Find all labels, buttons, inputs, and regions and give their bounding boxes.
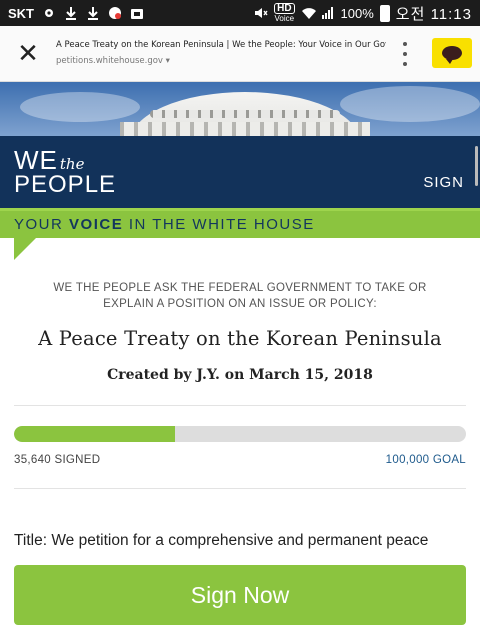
goal-count: 100,000 GOAL — [385, 454, 466, 466]
tagline: YOUR VOICE IN THE WHITE HOUSE — [14, 216, 315, 233]
status-right: HD Voice 100% 오전 11:13 — [254, 3, 472, 24]
tagline-bold: VOICE — [69, 216, 124, 233]
chat-button[interactable] — [432, 38, 472, 68]
tagline-pre: YOUR — [14, 216, 70, 233]
settings-notification-icon — [42, 6, 56, 20]
status-bar: SKT HD Voice 100% 오전 11:13 — [0, 0, 480, 26]
browser-toolbar: ✕ A Peace Treaty on the Korean Peninsula… — [0, 26, 480, 82]
we-the-people-logo[interactable]: WE the PEOPLE — [14, 147, 117, 198]
store-notification-icon — [130, 6, 144, 20]
logo-people: PEOPLE — [14, 171, 117, 198]
petition-body-excerpt: Title: We petition for a comprehensive a… — [14, 532, 429, 549]
tagline-post: IN THE WHITE HOUSE — [123, 216, 315, 233]
app-notification-icon — [108, 6, 122, 20]
battery-percent: 100% — [340, 5, 374, 21]
tagline-tail — [14, 238, 36, 260]
hd-label: HD — [274, 3, 295, 14]
clock: 오전 11:13 — [395, 5, 472, 23]
white-house-dome-image — [0, 82, 480, 136]
url-domain[interactable]: petitions.whitehouse.gov ▾ — [56, 56, 170, 66]
sign-link[interactable]: SIGN — [423, 174, 464, 191]
sign-now-bar: Sign Now — [0, 554, 480, 640]
hd-voice-icon: HD Voice — [274, 3, 295, 23]
scrollbar[interactable] — [475, 146, 478, 186]
signature-progress-bar — [14, 426, 466, 442]
tagline-band: YOUR VOICE IN THE WHITE HOUSE — [0, 208, 480, 238]
signature-progress-fill — [14, 426, 176, 442]
divider — [14, 405, 466, 406]
signed-count: 35,640 SIGNED — [14, 454, 101, 466]
close-icon[interactable]: ✕ — [14, 39, 42, 69]
mute-icon — [254, 6, 268, 20]
petition-title: A Peace Treaty on the Korean Peninsula — [38, 327, 442, 350]
voice-label: Voice — [274, 14, 295, 23]
more-options-icon[interactable] — [398, 42, 412, 66]
battery-icon — [379, 4, 390, 22]
petition-created: Created by J.Y. on March 15, 2018 — [107, 367, 373, 383]
divider — [14, 488, 466, 489]
page-title-text: A Peace Treaty on the Korean Peninsula |… — [56, 40, 386, 50]
sign-now-button[interactable]: Sign Now — [14, 565, 466, 625]
site-header: WE the PEOPLE SIGN — [0, 136, 480, 208]
download-icon — [86, 6, 100, 20]
wifi-icon — [301, 6, 316, 20]
petition-ask-text: WE THE PEOPLE ASK THE FEDERAL GOVERNMENT… — [53, 282, 427, 310]
download-icon — [64, 6, 78, 20]
signal-icon — [321, 6, 335, 20]
carrier-label: SKT — [8, 5, 34, 21]
status-left: SKT — [8, 6, 144, 21]
chat-bubble-icon — [442, 46, 462, 64]
